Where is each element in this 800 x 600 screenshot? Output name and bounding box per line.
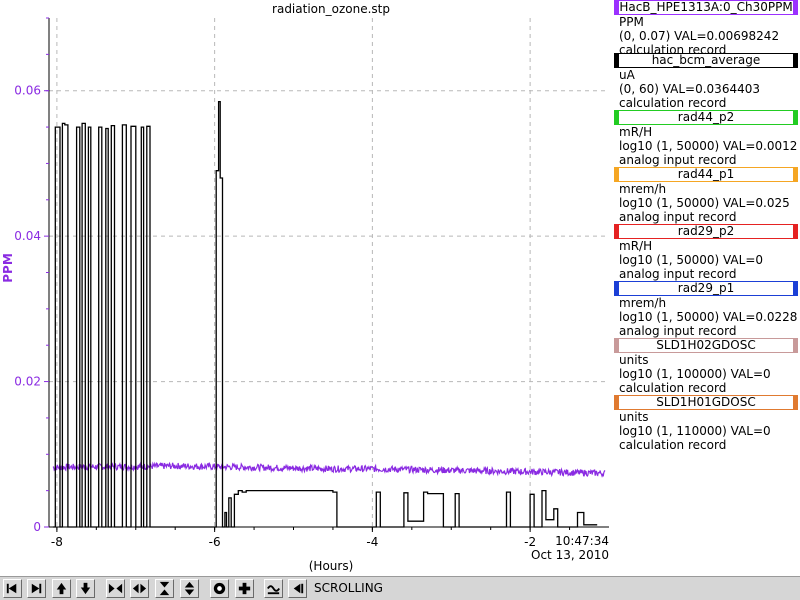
- scroll-left-icon: [289, 580, 306, 597]
- legend-entry[interactable]: rad29_p2 mR/H log10 (1, 50000) VAL=0 analog…: [614, 224, 800, 281]
- time-label: 10:47:34: [555, 534, 609, 548]
- legend: HacB_HPE1313A:0_Ch30PPM PPM (0, 0.07) VAL=…: [614, 0, 800, 575]
- pan-down-button[interactable]: [76, 579, 95, 598]
- toolbar: SCROLLING: [0, 576, 800, 600]
- x-tick-label: -2: [524, 535, 536, 549]
- legend-record: analog input record: [619, 267, 737, 281]
- zoom-out-x-icon: [131, 580, 148, 597]
- zoom-out-y-button[interactable]: [180, 579, 199, 598]
- y-tick-label: 0: [33, 520, 41, 534]
- legend-entry[interactable]: hac_bcm_average uA (0, 60) VAL=0.0364403 ca…: [614, 53, 800, 110]
- series: [52, 100, 606, 528]
- zoom-out-y-icon: [181, 580, 198, 597]
- legend-units: mR/H: [619, 239, 653, 253]
- zoom-in-y-icon: [156, 580, 173, 597]
- pan-up-button[interactable]: [52, 579, 71, 598]
- legend-units: units: [619, 410, 649, 424]
- legend-range: log10 (1, 100000) VAL=0: [619, 367, 771, 381]
- y-axis-label: PPM: [1, 253, 15, 283]
- legend-record: analog input record: [619, 324, 737, 338]
- y-tick-label: 0.02: [14, 375, 41, 389]
- chart-title: radiation_ozone.stp: [272, 2, 390, 16]
- legend-range: log10 (1, 110000) VAL=0: [619, 424, 771, 438]
- legend-name[interactable]: HacB_HPE1313A:0_Ch30PPM: [614, 0, 798, 15]
- plus-icon: [236, 580, 253, 597]
- legend-range: log10 (1, 50000) VAL=0.0012: [619, 139, 798, 153]
- scrolling-status: SCROLLING: [314, 581, 383, 595]
- legend-record: calculation record: [619, 438, 727, 452]
- legend-name[interactable]: hac_bcm_average: [614, 53, 798, 68]
- legend-range: log10 (1, 50000) VAL=0.025: [619, 196, 790, 210]
- series-line-1: [52, 100, 598, 528]
- legend-name[interactable]: rad44_p2: [614, 110, 798, 125]
- legend-entry[interactable]: HacB_HPE1313A:0_Ch30PPM PPM (0, 0.07) VAL=…: [614, 0, 800, 57]
- legend-record: calculation record: [619, 96, 727, 110]
- legend-entry[interactable]: rad29_p1 mrem/h log10 (1, 50000) VAL=0.022…: [614, 281, 800, 338]
- legend-record: analog input record: [619, 210, 737, 224]
- scroll-button[interactable]: [288, 579, 307, 598]
- zoom-in-y-button[interactable]: [155, 579, 174, 598]
- zoom-in-x-icon: [107, 580, 124, 597]
- legend-units: PPM: [619, 15, 644, 29]
- legend-range: log10 (1, 50000) VAL=0: [619, 253, 764, 267]
- legend-units: units: [619, 353, 649, 367]
- zoom-in-x-button[interactable]: [106, 579, 125, 598]
- x-tick-label: -6: [209, 535, 221, 549]
- legend-name[interactable]: SLD1H01GDOSC: [614, 395, 798, 410]
- axes: -8 -6 -4 -2 0 0.02 0.04 0.06: [14, 17, 609, 549]
- legend-name[interactable]: rad44_p1: [614, 167, 798, 182]
- date-label: Oct 13, 2010: [531, 548, 609, 562]
- config-circle-icon: [211, 580, 228, 597]
- legend-entry[interactable]: rad44_p2 mR/H log10 (1, 50000) VAL=0.0012 a…: [614, 110, 800, 167]
- x-tick-label: -8: [51, 535, 63, 549]
- legend-range: (0, 60) VAL=0.0364403: [619, 82, 760, 96]
- arrow-down-icon: [77, 580, 94, 597]
- legend-entry[interactable]: rad44_p1 mrem/h log10 (1, 50000) VAL=0.025…: [614, 167, 800, 224]
- grid: [49, 18, 609, 527]
- add-button[interactable]: [235, 579, 254, 598]
- pan-left-button[interactable]: [3, 579, 22, 598]
- y-tick-label: 0.06: [14, 84, 41, 98]
- arrow-right-icon: [28, 580, 45, 597]
- pan-right-button[interactable]: [27, 579, 46, 598]
- legend-record: analog input record: [619, 153, 737, 167]
- wave-icon: [265, 580, 282, 597]
- plot-area[interactable]: radiation_ozone.stp PPM (Hours) 10:47:34…: [0, 0, 614, 576]
- legend-units: uA: [619, 68, 635, 82]
- legend-range: (0, 0.07) VAL=0.00698242: [619, 29, 780, 43]
- legend-record: calculation record: [619, 381, 727, 395]
- y-tick-label: 0.04: [14, 229, 41, 243]
- x-tick-label: -4: [366, 535, 378, 549]
- legend-entry[interactable]: SLD1H01GDOSC units log10 (1, 110000) VAL=0…: [614, 395, 800, 452]
- legend-range: log10 (1, 50000) VAL=0.0228: [619, 310, 798, 324]
- zoom-out-x-button[interactable]: [130, 579, 149, 598]
- config-button[interactable]: [210, 579, 229, 598]
- legend-units: mR/H: [619, 125, 653, 139]
- x-axis-label: (Hours): [309, 559, 354, 573]
- legend-name[interactable]: rad29_p1: [614, 281, 798, 296]
- arrow-up-icon: [53, 580, 70, 597]
- legend-name[interactable]: rad29_p2: [614, 224, 798, 239]
- legend-units: mrem/h: [619, 296, 667, 310]
- legend-name[interactable]: SLD1H02GDOSC: [614, 338, 798, 353]
- legend-units: mrem/h: [619, 182, 667, 196]
- arrow-left-icon: [4, 580, 21, 597]
- mode-button[interactable]: [264, 579, 283, 598]
- legend-entry[interactable]: SLD1H02GDOSC units log10 (1, 100000) VAL=0…: [614, 338, 800, 395]
